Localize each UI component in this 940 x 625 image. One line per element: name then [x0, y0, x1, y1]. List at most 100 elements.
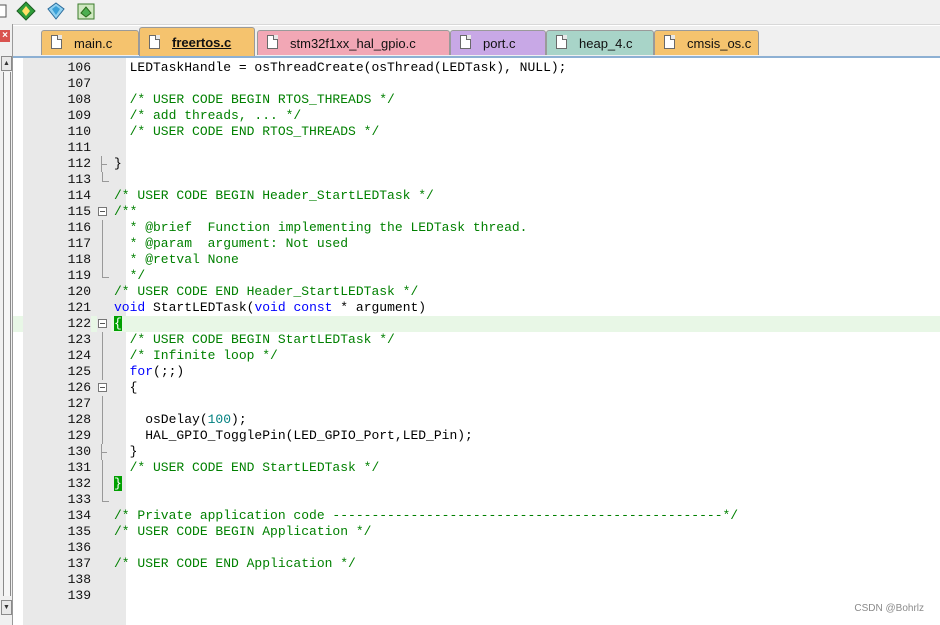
code-line[interactable]: 135 /* USER CODE BEGIN Application */ [13, 524, 940, 540]
code-line[interactable]: 107 [13, 76, 940, 92]
code-line[interactable]: 122 { [13, 316, 940, 332]
fold-guide [97, 460, 111, 476]
code-line[interactable]: 114 /* USER CODE BEGIN Header_StartLEDTas… [13, 188, 940, 204]
file-icon [51, 35, 62, 49]
code-text: /* Infinite loop */ [114, 348, 278, 363]
line-number: 121 [67, 300, 91, 315]
line-number: 139 [67, 588, 91, 603]
tab-cmsis-os-c[interactable]: cmsis_os.c [654, 30, 759, 55]
code-text: void StartLEDTask(void const * argument) [114, 300, 427, 315]
fold-toggle-icon[interactable] [97, 204, 111, 220]
code-line[interactable]: 132} [13, 476, 940, 492]
code-line[interactable]: 123 /* USER CODE BEGIN StartLEDTask */ [13, 332, 940, 348]
code-text: /* add threads, ... */ [114, 108, 302, 123]
diamond-arrows-icon[interactable] [16, 1, 36, 21]
code-line[interactable]: 120 /* USER CODE END Header_StartLEDTask … [13, 284, 940, 300]
code-text: { [114, 380, 138, 395]
partial-icon[interactable] [0, 1, 14, 21]
fold-guide [97, 428, 111, 444]
tab-heap-4-c[interactable]: heap_4.c [546, 30, 654, 55]
fold-guide [97, 396, 111, 412]
scrollbar-track[interactable] [3, 72, 11, 596]
code-line[interactable]: 109 /* add threads, ... */ [13, 108, 940, 124]
line-number: 111 [67, 140, 91, 155]
code-text: { [114, 316, 122, 331]
line-number: 123 [67, 332, 91, 347]
line-number: 117 [67, 236, 91, 251]
close-icon[interactable]: × [0, 30, 10, 42]
code-line[interactable]: 119 */ [13, 268, 940, 284]
fold-guide [97, 156, 111, 172]
code-line[interactable]: 133 [13, 492, 940, 508]
fold-guide [97, 236, 111, 252]
fold-guide [97, 444, 111, 460]
code-line[interactable]: 108 /* USER CODE BEGIN RTOS_THREADS */ [13, 92, 940, 108]
scroll-up-arrow-icon[interactable]: ▲ [1, 56, 12, 71]
line-number: 128 [67, 412, 91, 427]
code-text: HAL_GPIO_TogglePin(LED_GPIO_Port,LED_Pin… [114, 428, 473, 443]
code-text: * @brief Function implementing the LEDTa… [114, 220, 528, 235]
component-icon[interactable] [46, 1, 66, 21]
code-text: LEDTaskHandle = osThreadCreate(osThread(… [114, 60, 567, 75]
file-tab-bar: main.c freertos.c stm32f1xx_hal_gpio.c p… [13, 26, 940, 58]
code-line[interactable]: 139 [13, 588, 940, 604]
fold-toggle-icon[interactable] [97, 316, 111, 332]
code-text: * @retval None [114, 252, 239, 267]
code-text: /* USER CODE END RTOS_THREADS */ [114, 124, 380, 139]
line-number: 120 [67, 284, 91, 299]
tab-main-c[interactable]: main.c [41, 30, 139, 55]
code-line[interactable]: 128 osDelay(100); [13, 412, 940, 428]
watermark: CSDN @Bohrlz [854, 603, 924, 614]
code-text: osDelay(100); [114, 412, 247, 427]
code-line[interactable]: 106 LEDTaskHandle = osThreadCreate(osThr… [13, 60, 940, 76]
left-panel-strip: × ▲ ▼ [0, 24, 13, 625]
fold-guide [97, 364, 111, 380]
code-line[interactable]: 131 /* USER CODE END StartLEDTask */ [13, 460, 940, 476]
line-number: 127 [67, 396, 91, 411]
code-text: /* USER CODE BEGIN Header_StartLEDTask *… [114, 188, 434, 203]
code-text: /* USER CODE END Application */ [114, 556, 356, 571]
code-line[interactable]: 113 [13, 172, 940, 188]
code-text: } [114, 156, 122, 171]
code-text: /* USER CODE END Header_StartLEDTask */ [114, 284, 419, 299]
code-line[interactable]: 111 [13, 140, 940, 156]
code-line[interactable]: 116 * @brief Function implementing the L… [13, 220, 940, 236]
code-text: /* USER CODE BEGIN Application */ [114, 524, 372, 539]
code-line[interactable]: 130 } [13, 444, 940, 460]
line-number: 137 [67, 556, 91, 571]
line-number: 116 [67, 220, 91, 235]
fold-guide [97, 348, 111, 364]
line-number: 107 [67, 76, 91, 91]
code-line[interactable]: 136 [13, 540, 940, 556]
code-editor[interactable]: 106 LEDTaskHandle = osThreadCreate(osThr… [13, 58, 940, 625]
code-line[interactable]: 110 /* USER CODE END RTOS_THREADS */ [13, 124, 940, 140]
code-line[interactable]: 117 * @param argument: Not used [13, 236, 940, 252]
code-line[interactable]: 134 /* Private application code ---------… [13, 508, 940, 524]
file-icon [267, 35, 278, 49]
line-number: 106 [67, 60, 91, 75]
fold-toggle-icon[interactable] [97, 380, 111, 396]
toolbar [0, 0, 940, 25]
code-line[interactable]: 125 for(;;) [13, 364, 940, 380]
line-number: 115 [67, 204, 91, 219]
code-line[interactable]: 112} [13, 156, 940, 172]
code-line[interactable]: 118 * @retval None [13, 252, 940, 268]
tab-port-c[interactable]: port.c [450, 30, 546, 55]
line-number: 108 [67, 92, 91, 107]
code-line[interactable]: 115 /** [13, 204, 940, 220]
code-line[interactable]: 129 HAL_GPIO_TogglePin(LED_GPIO_Port,LED… [13, 428, 940, 444]
tab-freertos-c[interactable]: freertos.c [139, 27, 255, 56]
code-line[interactable]: 127 [13, 396, 940, 412]
fold-guide [97, 492, 111, 508]
code-text: /** [114, 204, 138, 219]
fold-guide [97, 252, 111, 268]
tab-stm32f1xx-hal-gpio-c[interactable]: stm32f1xx_hal_gpio.c [257, 30, 450, 55]
line-number: 136 [67, 540, 91, 555]
code-line[interactable]: 124 /* Infinite loop */ [13, 348, 940, 364]
green-box-icon[interactable] [76, 1, 96, 21]
code-line[interactable]: 121 void StartLEDTask(void const * argume… [13, 300, 940, 316]
code-line[interactable]: 126 { [13, 380, 940, 396]
scroll-down-arrow-icon[interactable]: ▼ [1, 600, 12, 615]
code-line[interactable]: 138 [13, 572, 940, 588]
code-line[interactable]: 137 /* USER CODE END Application */ [13, 556, 940, 572]
